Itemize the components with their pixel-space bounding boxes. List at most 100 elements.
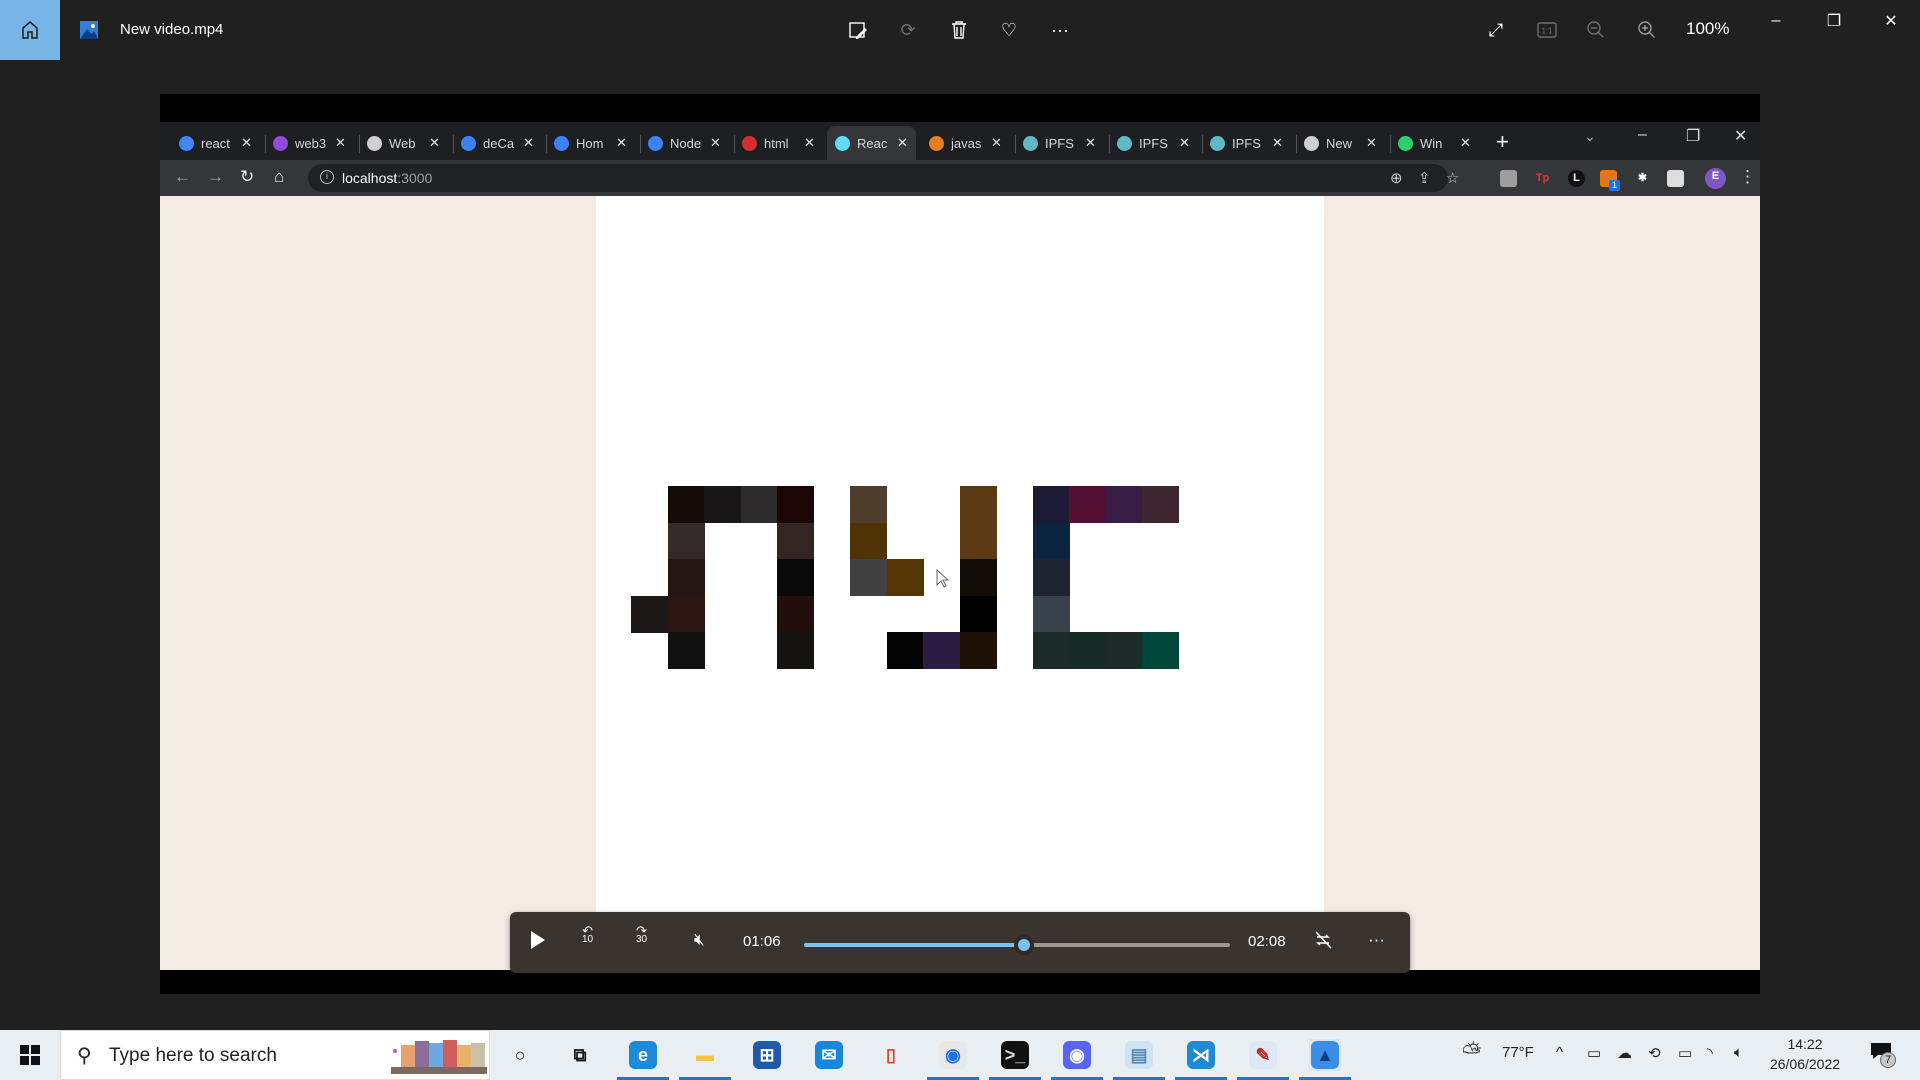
edit-image-icon[interactable] xyxy=(844,16,872,44)
browser-tab[interactable]: Web ✕ xyxy=(367,126,440,160)
actual-size-icon[interactable]: 1:1 xyxy=(1533,16,1561,44)
taskbar-app-office[interactable]: ▯ xyxy=(875,1039,907,1071)
delete-icon[interactable] xyxy=(945,16,973,44)
taskbar-app-vscode[interactable]: ⋊ xyxy=(1175,1039,1227,1080)
camera-icon[interactable]: ▭ xyxy=(1587,1044,1601,1062)
mute-button[interactable]: 🔇︎ xyxy=(694,930,705,950)
tab-close-icon[interactable]: ✕ xyxy=(1085,135,1096,151)
tab-close-icon[interactable]: ✕ xyxy=(1179,135,1190,151)
address-bar[interactable]: i localhost:3000 ⊕ ⇪ ☆ xyxy=(308,164,1459,192)
pixel-cell xyxy=(777,559,814,596)
tab-close-icon[interactable]: ✕ xyxy=(1366,135,1377,151)
browser-menu-icon[interactable]: ⋮ xyxy=(1739,167,1756,187)
ext-puzzle-icon[interactable]: ✱ xyxy=(1634,170,1651,187)
browser-tab[interactable]: New ✕ xyxy=(1304,126,1377,160)
start-button[interactable] xyxy=(0,1030,60,1080)
taskbar-app-mail[interactable]: ✉ xyxy=(813,1039,845,1071)
battery-icon[interactable]: ▭ xyxy=(1678,1044,1692,1062)
browser-tab[interactable]: Node ✕ xyxy=(648,126,721,160)
browser-tab[interactable]: IPFS ✕ xyxy=(1210,126,1283,160)
reload-icon[interactable]: ↻ xyxy=(240,167,254,187)
browser-tab[interactable]: Hom ✕ xyxy=(554,126,627,160)
minimize-button[interactable]: – xyxy=(1756,8,1796,34)
player-more-button[interactable]: ··· xyxy=(1368,930,1385,950)
fullscreen-icon[interactable]: ⤢ xyxy=(1482,16,1510,44)
tab-close-icon[interactable]: ✕ xyxy=(1272,135,1283,151)
taskbar-app-cortana[interactable]: ○ xyxy=(504,1039,536,1071)
back-icon[interactable]: ← xyxy=(174,167,191,187)
taskbar-clock[interactable]: 14:22 26/06/2022 xyxy=(1760,1034,1850,1074)
browser-tab[interactable]: Reac ✕ xyxy=(827,126,916,160)
browser-tab[interactable]: html ✕ xyxy=(742,126,815,160)
maximize-button[interactable]: ❐ xyxy=(1814,8,1854,34)
tab-close-icon[interactable]: ✕ xyxy=(241,135,252,151)
pixel-cell xyxy=(850,522,887,560)
zoom-in-icon[interactable] xyxy=(1633,16,1661,44)
tab-close-icon[interactable]: ✕ xyxy=(1460,135,1471,151)
onedrive-icon[interactable]: ☁︎ xyxy=(1617,1044,1632,1062)
new-tab-button[interactable]: + xyxy=(1496,129,1509,155)
favorite-icon[interactable]: ♡ xyxy=(995,16,1023,44)
bookmark-star-icon[interactable]: ☆ xyxy=(1446,169,1459,187)
taskbar-app-discord[interactable]: ◉ xyxy=(1051,1039,1103,1080)
seek-thumb[interactable] xyxy=(1013,935,1034,955)
zoom-out-icon[interactable] xyxy=(1582,16,1610,44)
ext-sidepanel-icon[interactable] xyxy=(1667,170,1684,187)
weather-temp[interactable]: 77°F xyxy=(1502,1044,1534,1061)
browser-tab[interactable]: javas ✕ xyxy=(929,126,1002,160)
tab-close-icon[interactable]: ✕ xyxy=(710,135,721,151)
browser-minimize-icon[interactable]: – xyxy=(1638,126,1647,144)
taskbar-app-chrome[interactable]: ◉ xyxy=(927,1039,979,1080)
tab-close-icon[interactable]: ✕ xyxy=(523,135,534,151)
taskbar-app-paint[interactable]: ✎ xyxy=(1237,1039,1289,1080)
taskbar-app-edge[interactable]: e xyxy=(617,1039,669,1080)
home-page-icon[interactable]: ⌂ xyxy=(274,167,284,187)
profile-avatar[interactable]: E xyxy=(1705,168,1726,189)
show-hidden-icons-icon[interactable]: ^ xyxy=(1556,1044,1563,1061)
tab-close-icon[interactable]: ✕ xyxy=(616,135,627,151)
site-info-icon[interactable]: i xyxy=(320,170,334,184)
ext-l-icon[interactable]: L xyxy=(1568,170,1585,187)
skip-forward-button[interactable]: ↷ 30 xyxy=(636,924,647,945)
taskbar-app-terminal[interactable]: >_ xyxy=(989,1039,1041,1080)
browser-tab[interactable]: deCa ✕ xyxy=(461,126,534,160)
sync-icon[interactable]: ⟲ xyxy=(1648,1044,1661,1062)
close-button[interactable]: ✕ xyxy=(1871,8,1911,34)
skip-back-button[interactable]: ↶ 10 xyxy=(582,924,593,945)
browser-maximize-icon[interactable]: ❐ xyxy=(1686,126,1700,146)
browser-tab[interactable]: react ✕ xyxy=(179,126,252,160)
rotate-icon[interactable]: ⟳ xyxy=(894,16,922,44)
more-icon[interactable]: ··· xyxy=(1046,16,1074,44)
repeat-off-button[interactable] xyxy=(1313,930,1333,950)
browser-tab[interactable]: IPFS ✕ xyxy=(1023,126,1096,160)
ext-grey-icon[interactable] xyxy=(1500,170,1517,187)
taskbar-search-box[interactable]: ⚲ Type here to search xyxy=(60,1030,490,1080)
browser-tab[interactable]: web3 ✕ xyxy=(273,126,346,160)
taskbar-app-store[interactable]: ⊞ xyxy=(751,1039,783,1071)
home-button[interactable] xyxy=(0,0,60,60)
taskbar-app-file-explorer[interactable]: ▬ xyxy=(679,1039,731,1080)
browser-tab[interactable]: Win ✕ xyxy=(1398,126,1471,160)
tab-close-icon[interactable]: ✕ xyxy=(429,135,440,151)
tab-close-icon[interactable]: ✕ xyxy=(897,135,908,151)
wifi-icon[interactable]: ◝ xyxy=(1707,1044,1713,1062)
tab-close-icon[interactable]: ✕ xyxy=(335,135,346,151)
taskbar-app-task-view[interactable]: ⧉ xyxy=(564,1039,596,1071)
play-button[interactable] xyxy=(530,930,546,950)
seek-bar[interactable] xyxy=(804,935,1230,955)
tab-close-icon[interactable]: ✕ xyxy=(804,135,815,151)
notification-center-button[interactable]: 7 xyxy=(1870,1042,1896,1068)
forward-icon[interactable]: → xyxy=(207,167,224,187)
page-zoom-icon[interactable]: ⊕ xyxy=(1390,169,1403,187)
tab-close-icon[interactable]: ✕ xyxy=(991,135,1002,151)
ext-tp-icon[interactable]: Tp xyxy=(1534,170,1551,187)
browser-close-icon[interactable]: ✕ xyxy=(1734,126,1747,146)
share-icon[interactable]: ⇪ xyxy=(1418,169,1431,187)
taskbar-app-notepad[interactable]: ▤ xyxy=(1113,1039,1165,1080)
browser-tab[interactable]: IPFS ✕ xyxy=(1117,126,1190,160)
url-text[interactable]: localhost:3000 xyxy=(342,170,432,186)
tab-search-chevron-icon[interactable]: ⌄ xyxy=(1584,128,1596,145)
weather-icon[interactable]: ⛅︎ xyxy=(1462,1039,1481,1067)
volume-icon[interactable]: 🔈︎ xyxy=(1734,1044,1743,1061)
taskbar-app-photos[interactable]: ▲ xyxy=(1299,1039,1351,1080)
